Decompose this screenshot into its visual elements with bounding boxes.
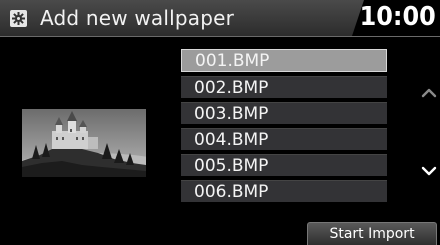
file-item[interactable]: 004.BMP xyxy=(181,128,387,150)
file-item[interactable]: 001.BMP xyxy=(181,49,387,72)
chevron-up-icon xyxy=(421,88,437,98)
title-bar: Add new wallpaper 10:00 xyxy=(0,0,440,37)
wallpaper-preview xyxy=(22,109,146,177)
file-item[interactable]: 006.BMP xyxy=(181,180,387,202)
file-item[interactable]: 005.BMP xyxy=(181,154,387,176)
clock: 10:00 xyxy=(359,2,436,32)
chevron-down-icon xyxy=(421,166,437,176)
start-import-button[interactable]: Start Import xyxy=(307,222,437,245)
page-title: Add new wallpaper xyxy=(40,6,235,30)
settings-gear-icon xyxy=(10,10,27,27)
castle-landscape-image xyxy=(22,109,146,177)
clock-panel: 10:00 xyxy=(352,0,440,36)
file-item[interactable]: 003.BMP xyxy=(181,102,387,124)
scroll-down-button[interactable] xyxy=(420,162,438,176)
wallpaper-screen: Add new wallpaper 10:00 001.BMP 002.BMP … xyxy=(0,0,440,245)
scroll-up-button[interactable] xyxy=(420,84,438,98)
file-item[interactable]: 002.BMP xyxy=(181,76,387,98)
file-list: 001.BMP 002.BMP 003.BMP 004.BMP 005.BMP … xyxy=(181,49,387,206)
